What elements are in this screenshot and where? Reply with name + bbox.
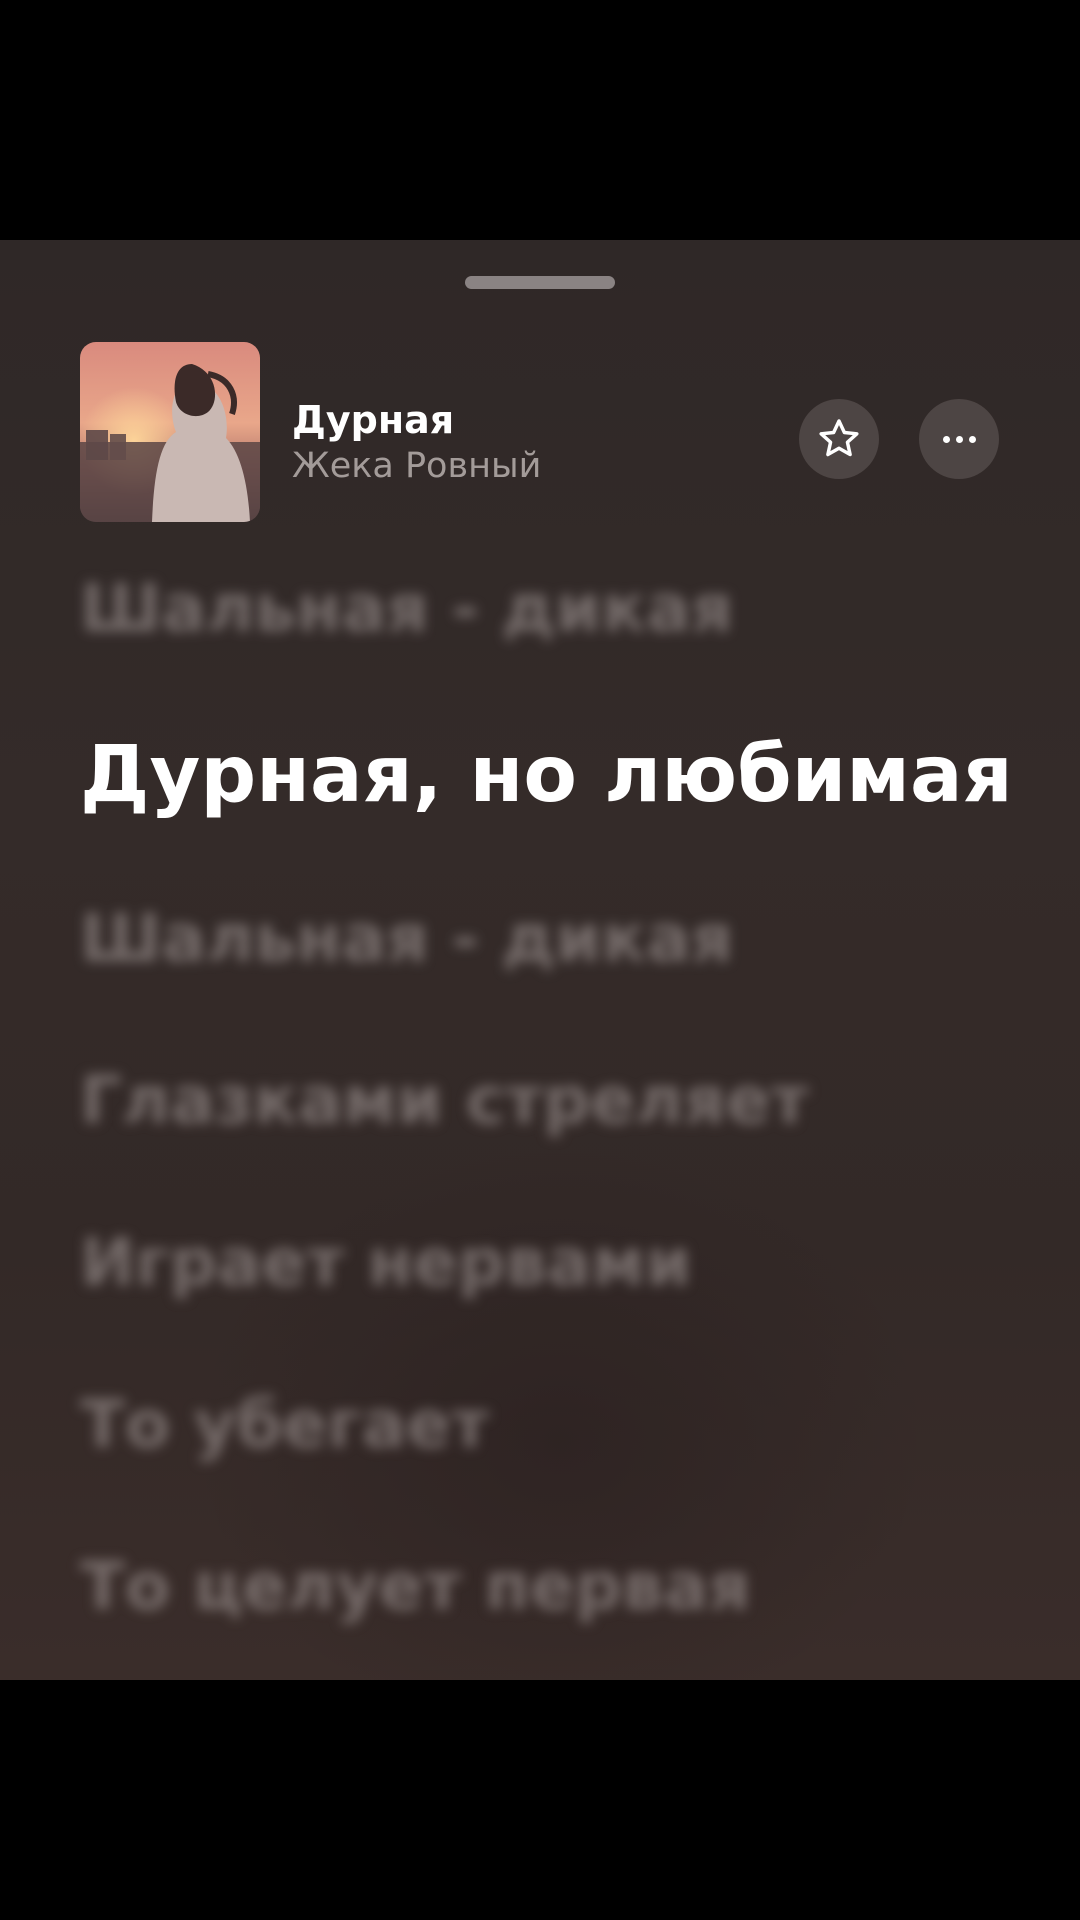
ellipsis-icon <box>942 435 976 443</box>
lyric-line[interactable]: Играет нервами <box>80 1224 692 1301</box>
bottom-black-bar <box>0 1680 1080 1920</box>
lyric-line[interactable]: То целует первая <box>80 1548 751 1625</box>
lyric-line-previous[interactable]: Шальная - дикая <box>80 570 733 647</box>
more-options-button[interactable] <box>919 399 999 479</box>
lyrics-sheet: Дурная Жека Ровный Шальная - дикая Дурна… <box>0 240 1080 1680</box>
favorite-button[interactable] <box>799 399 879 479</box>
top-black-bar <box>0 0 1080 240</box>
album-cover <box>80 342 260 522</box>
sheet-grabber-handle[interactable] <box>465 276 615 289</box>
track-title[interactable]: Дурная <box>292 398 454 442</box>
lyric-line[interactable]: Глазками стреляет <box>80 1062 809 1139</box>
lyric-line[interactable]: Шальная - дикая <box>80 900 733 977</box>
star-outline-icon <box>819 419 859 457</box>
lyric-line-current[interactable]: Дурная, но любимая <box>80 730 1013 820</box>
track-artist[interactable]: Жека Ровный <box>292 446 541 486</box>
lyric-line[interactable]: То убегает <box>80 1386 489 1463</box>
